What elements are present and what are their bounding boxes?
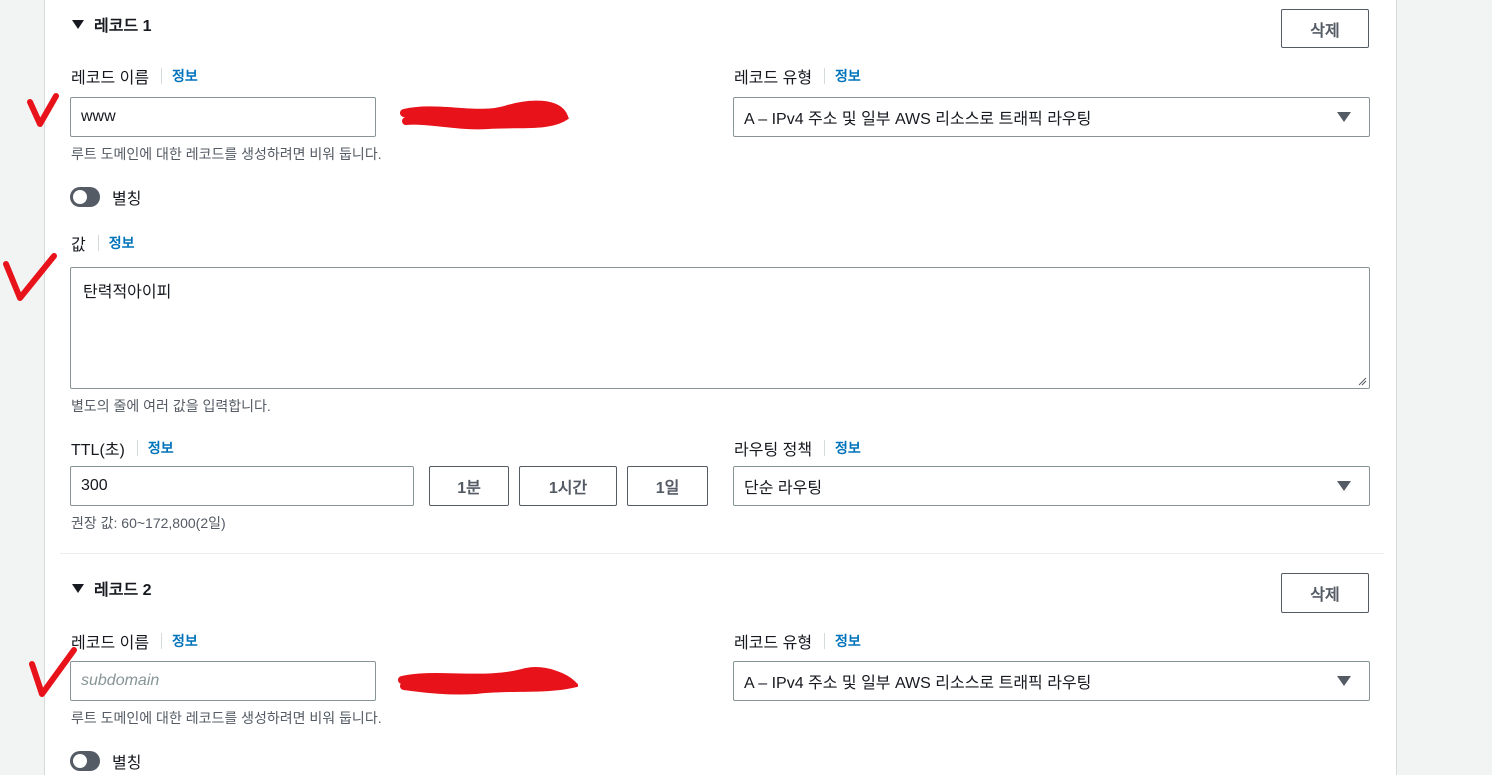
record-divider [60,553,1384,554]
collapse-caret-icon[interactable] [72,583,84,593]
routing-policy-select[interactable]: 단순 라우팅 [733,466,1370,506]
record-name-label-text: 레코드 이름 [71,635,150,652]
ttl-1-hour-button[interactable]: 1시간 [519,466,617,506]
record-type-info-link[interactable]: 정보 [835,631,861,651]
record-name-label: 레코드 이름 정보 [71,629,198,653]
ttl-label: TTL(초) 정보 [71,436,174,460]
record-name-placeholder: subdomain [81,672,160,689]
record-name-info-link[interactable]: 정보 [172,631,198,651]
label-separator [161,633,163,649]
label-separator [161,68,163,84]
redaction-scribble [400,100,569,130]
label-separator [97,235,99,251]
record-type-selected: A – IPv4 주소 및 일부 AWS 리소스로 트래픽 라우팅 [744,675,1092,692]
ttl-input-value: 300 [81,477,108,494]
label-separator [136,440,138,456]
alias-toggle[interactable] [70,187,100,207]
checkmark-annotation-icon [27,93,59,127]
ttl-hint: 권장 값: 60~172,800(2일) [71,515,226,531]
ttl-input[interactable]: 300 [70,466,414,506]
alias-label: 별칭 [112,191,142,208]
ttl-1-day-button[interactable]: 1일 [627,466,708,506]
label-separator [824,68,826,84]
checkmark-annotation-icon [3,253,57,301]
alias-label: 별칭 [112,755,142,772]
record-2-title: 레코드 2 [94,582,152,599]
value-hint: 별도의 줄에 여러 값을 입력합니다. [71,398,271,414]
alias-toggle-row: 별칭 [70,749,141,773]
record-type-info-link[interactable]: 정보 [835,66,861,86]
toggle-knob [73,754,87,768]
routing-policy-label-text: 라우팅 정책 [734,442,813,459]
label-separator [824,633,826,649]
ttl-label-text: TTL(초) [71,442,125,459]
record-type-label: 레코드 유형 정보 [734,64,861,88]
collapse-caret-icon[interactable] [72,19,84,29]
value-textarea-content: 탄력적아이피 [83,284,172,301]
record-name-hint: 루트 도메인에 대한 레코드를 생성하려면 비워 둡니다. [71,146,382,162]
dropdown-arrow-icon [1337,112,1351,122]
record-type-select[interactable]: A – IPv4 주소 및 일부 AWS 리소스로 트래픽 라우팅 [733,97,1370,137]
record-type-label-text: 레코드 유형 [734,70,813,87]
record-name-info-link[interactable]: 정보 [172,66,198,86]
record-type-label-text: 레코드 유형 [734,635,813,652]
record-1-title: 레코드 1 [94,18,152,35]
delete-record-1-button[interactable]: 삭제 [1281,9,1369,48]
value-label-text: 값 [71,237,86,254]
value-label: 값 정보 [71,231,135,255]
ttl-info-link[interactable]: 정보 [148,438,174,458]
routing-policy-selected: 단순 라우팅 [744,480,823,497]
record-type-select[interactable]: A – IPv4 주소 및 일부 AWS 리소스로 트래픽 라우팅 [733,661,1370,701]
alias-toggle-row: 별칭 [70,185,141,209]
redaction-scribble [398,667,578,695]
routing-policy-info-link[interactable]: 정보 [835,438,861,458]
record-name-input[interactable]: www [70,97,376,137]
record-1-header[interactable]: 레코드 1 [72,12,152,36]
checkmark-annotation-icon [29,647,77,697]
label-separator [824,440,826,456]
record-name-input-value: www [81,108,116,125]
record-type-label: 레코드 유형 정보 [734,629,861,653]
delete-record-2-button[interactable]: 삭제 [1281,573,1369,613]
ttl-1-minute-button[interactable]: 1분 [429,466,509,506]
dropdown-arrow-icon [1337,481,1351,491]
resize-handle-icon[interactable] [1357,376,1367,386]
routing-policy-label: 라우팅 정책 정보 [734,436,861,460]
record-name-hint: 루트 도메인에 대한 레코드를 생성하려면 비워 둡니다. [71,710,382,726]
record-name-label: 레코드 이름 정보 [71,64,198,88]
dropdown-arrow-icon [1337,676,1351,686]
record-name-input[interactable]: subdomain [70,661,376,701]
record-2-header[interactable]: 레코드 2 [72,576,152,600]
record-name-label-text: 레코드 이름 [71,70,150,87]
value-textarea[interactable]: 탄력적아이피 [70,267,1370,389]
toggle-knob [73,190,87,204]
value-info-link[interactable]: 정보 [109,233,135,253]
record-type-selected: A – IPv4 주소 및 일부 AWS 리소스로 트래픽 라우팅 [744,111,1092,128]
alias-toggle[interactable] [70,751,100,771]
